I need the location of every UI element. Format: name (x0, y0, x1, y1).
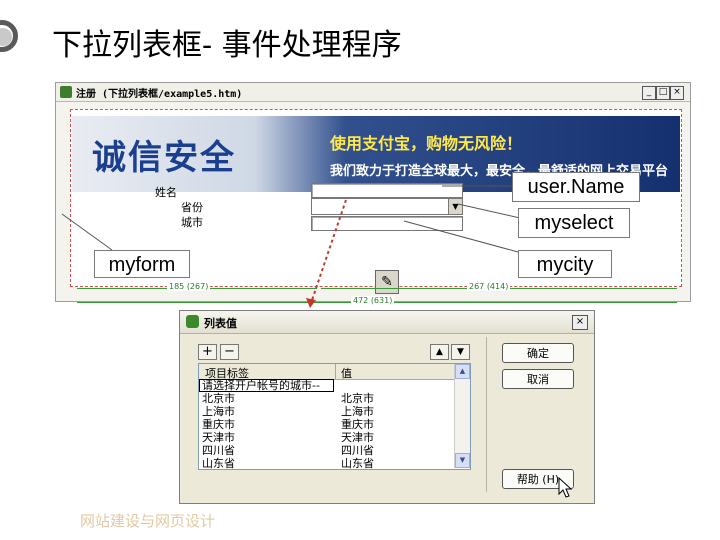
list-item-value[interactable]: 上海市 (341, 405, 374, 418)
remove-item-button[interactable]: − (220, 344, 239, 360)
list-item-value[interactable]: 北京市 (341, 392, 374, 405)
close-icon[interactable]: × (572, 315, 588, 330)
callout-username: user.Name (512, 172, 640, 202)
list-values-dialog: 列表值 × + − ▲ ▼ 项目标签 值 请选择开户帐号的城市-- 北京市 北京… (179, 310, 595, 504)
list-values-grid[interactable]: 项目标签 值 请选择开户帐号的城市-- 北京市 北京市 上海市 上海市 重庆市 … (198, 363, 471, 470)
list-item-label[interactable]: 山东省 (202, 457, 235, 469)
list-item-label[interactable]: 上海市 (202, 405, 235, 418)
dialog-separator (486, 337, 487, 492)
list-item-value[interactable]: 重庆市 (341, 418, 374, 431)
vertical-scrollbar[interactable]: ▲ ▼ (454, 364, 470, 468)
scroll-down-icon[interactable]: ▼ (455, 453, 470, 468)
column-divider (335, 364, 336, 379)
list-item-label[interactable]: 四川省 (202, 444, 235, 457)
ok-button[interactable]: 确定 (502, 343, 574, 363)
grid-header: 项目标签 值 (199, 364, 454, 380)
list-item-label[interactable]: 重庆市 (202, 418, 235, 431)
cancel-button[interactable]: 取消 (502, 369, 574, 389)
list-item-value[interactable]: 四川省 (341, 444, 374, 457)
move-up-button[interactable]: ▲ (430, 344, 449, 360)
list-item-label[interactable]: 天津市 (202, 431, 235, 444)
callout-myform: myform (94, 250, 190, 278)
callout-mycity: mycity (518, 250, 612, 278)
list-item-label[interactable]: 北京市 (202, 392, 235, 405)
list-item-label[interactable]: 请选择开户帐号的城市-- (202, 379, 320, 392)
mouse-cursor-icon (558, 477, 573, 498)
move-down-button[interactable]: ▼ (451, 344, 470, 360)
scroll-up-icon[interactable]: ▲ (455, 364, 470, 379)
dreamweaver-icon (186, 315, 199, 328)
slide-footer: 网站建设与网页设计 (80, 512, 216, 530)
add-item-button[interactable]: + (198, 344, 217, 360)
column-header-value[interactable]: 值 (341, 365, 352, 381)
callout-myselect: myselect (518, 208, 630, 238)
list-item-value[interactable]: 天津市 (341, 431, 374, 444)
list-item-value[interactable]: 山东省 (341, 457, 374, 469)
dialog-title: 列表值 (204, 317, 237, 330)
dialog-titlebar: 列表值 × (180, 311, 594, 334)
